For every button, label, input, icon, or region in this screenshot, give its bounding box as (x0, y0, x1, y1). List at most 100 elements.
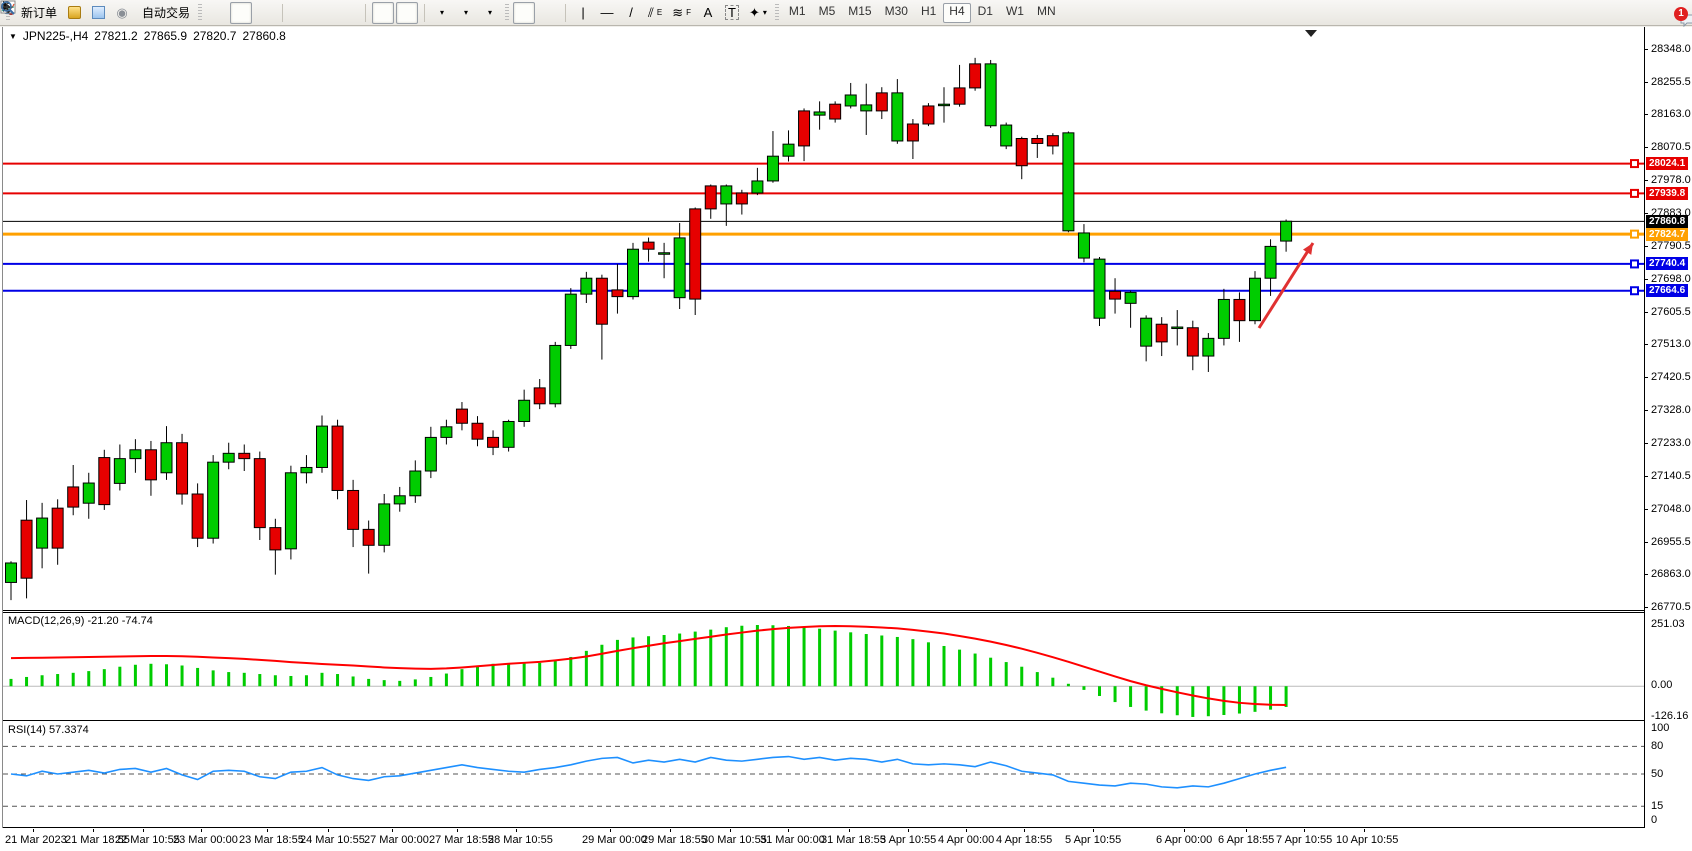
price-tick-label: 27328.0 (1651, 404, 1691, 416)
macd-chart[interactable] (3, 614, 1644, 721)
macd-axis-label: 251.03 (1651, 618, 1685, 630)
time-tick (1246, 829, 1247, 832)
indicators-button[interactable]: ▾ (479, 2, 501, 24)
time-label: 27 Mar 18:55 (429, 834, 494, 846)
new-order-button[interactable]: 新订单 (14, 2, 61, 24)
horizontal-line-tool[interactable]: — (596, 2, 618, 24)
timeframe-h1[interactable]: H1 (915, 3, 942, 23)
macd-label: MACD(12,26,9) -21.20 -74.74 (8, 615, 153, 627)
time-tick (392, 829, 393, 832)
fibonacci-tool[interactable]: ≋F (668, 2, 695, 24)
time-tick (457, 829, 458, 832)
time-tick (730, 829, 731, 832)
time-label: 4 Apr 00:00 (938, 834, 994, 846)
text-tool[interactable]: A (697, 2, 719, 24)
price-level-badge: 28024.1 (1646, 157, 1688, 170)
time-label: 10 Apr 10:55 (1336, 834, 1398, 846)
time-tick (610, 829, 611, 832)
time-label: 31 Mar 18:55 (821, 834, 886, 846)
timeframe-mn[interactable]: MN (1031, 3, 1062, 23)
tile-windows-button[interactable] (337, 2, 359, 24)
vertical-line-tool[interactable]: | (572, 2, 594, 24)
price-tick-label: 27513.0 (1651, 338, 1691, 350)
price-tick (1644, 49, 1648, 50)
rsi-chart[interactable] (3, 722, 1644, 827)
chevron-down-icon: ▾ (488, 8, 492, 17)
time-tick (201, 829, 202, 832)
zoom-in-button[interactable] (289, 2, 311, 24)
new-chart-button[interactable]: ▾ (431, 2, 453, 24)
period-button[interactable]: ▾ (455, 2, 477, 24)
time-axis[interactable]: 21 Mar 202321 Mar 18:5522 Mar 10:5523 Ma… (3, 829, 1644, 851)
text-icon: A (704, 6, 713, 19)
charts-icon (92, 6, 105, 19)
timeframe-m30[interactable]: M30 (879, 3, 914, 23)
timeframe-h4[interactable]: H4 (943, 3, 970, 23)
time-label: 7 Apr 10:55 (1276, 834, 1332, 846)
high-value: 27865.9 (144, 29, 187, 43)
price-tick-label: 27698.0 (1651, 273, 1691, 285)
market-watch-button[interactable] (63, 2, 85, 24)
rsi-panel[interactable]: RSI(14) 57.3374 (3, 722, 1644, 828)
time-tick (1364, 829, 1365, 832)
time-label: 30 Mar 10:55 (702, 834, 767, 846)
rsi-axis-label: 15 (1651, 800, 1663, 812)
chevron-down-icon[interactable]: ▼ (9, 32, 17, 41)
toolbar: 新订单 ◉ 自动交易 (0, 0, 1692, 26)
candlestick-mode-button[interactable] (230, 2, 252, 24)
horizontal-line-icon: — (601, 6, 614, 19)
price-tick (1644, 246, 1648, 247)
charts-button[interactable] (87, 2, 109, 24)
market-watch-icon (68, 6, 81, 19)
price-tick (1644, 114, 1648, 115)
cursor-button[interactable] (513, 2, 535, 24)
timeframe-m1[interactable]: M1 (783, 3, 812, 23)
price-chart[interactable] (3, 27, 1644, 610)
signals-button[interactable]: ◉ (111, 2, 133, 24)
crosshair-button[interactable] (537, 2, 559, 24)
toolbar-grip[interactable] (505, 4, 509, 22)
channel-tool[interactable]: ⫽E (644, 2, 666, 24)
auto-scroll-button[interactable] (372, 2, 394, 24)
label-tool[interactable]: T (721, 2, 743, 24)
price-axis[interactable]: 28348.028255.528163.028070.527978.027883… (1644, 27, 1692, 851)
line-chart-mode-button[interactable] (254, 2, 276, 24)
trendline-icon: / (629, 6, 633, 19)
price-tick (1644, 180, 1648, 181)
macd-axis-label: -126.16 (1651, 710, 1688, 722)
toolbar-grip[interactable] (198, 4, 202, 22)
trendline-tool[interactable]: / (620, 2, 642, 24)
toolbar-grip[interactable] (775, 4, 779, 22)
price-level-badge: 27740.4 (1646, 257, 1688, 270)
price-panel[interactable]: ▼ JPN225-,H4 27821.2 27865.9 27820.7 278… (3, 27, 1644, 611)
chevron-down-icon: ▾ (763, 8, 767, 17)
price-tick (1644, 476, 1648, 477)
time-label: 4 Apr 18:55 (996, 834, 1052, 846)
symbol-label: JPN225-,H4 (23, 29, 88, 43)
timeframe-m15[interactable]: M15 (842, 3, 877, 23)
zoom-out-button[interactable] (313, 2, 335, 24)
bar-chart-mode-button[interactable] (206, 2, 228, 24)
timeframe-d1[interactable]: D1 (972, 3, 999, 23)
time-tick (908, 829, 909, 832)
auto-trading-button[interactable]: 自动交易 (135, 2, 194, 24)
rsi-axis-label: 100 (1651, 722, 1669, 734)
new-order-label: 新订单 (21, 4, 57, 21)
mt4-window: 新订单 ◉ 自动交易 (0, 0, 1692, 851)
chart-shift-button[interactable] (396, 2, 418, 24)
time-tick (849, 829, 850, 832)
timeframe-w1[interactable]: W1 (1000, 3, 1030, 23)
low-value: 27820.7 (193, 29, 236, 43)
arrows-tool[interactable]: ✦ ▾ (745, 2, 771, 24)
price-tick (1644, 410, 1648, 411)
arrows-icon: ✦ (749, 6, 760, 19)
rsi-axis-label: 50 (1651, 768, 1663, 780)
time-label: 23 Mar 18:55 (239, 834, 304, 846)
price-tick-label: 26770.5 (1651, 601, 1691, 613)
price-tick-label: 26863.0 (1651, 568, 1691, 580)
macd-panel[interactable]: MACD(12,26,9) -21.20 -74.74 (3, 612, 1644, 721)
notification-badge: 1 (1674, 7, 1688, 21)
price-tick-label: 27978.0 (1651, 174, 1691, 186)
time-tick (1024, 829, 1025, 832)
timeframe-m5[interactable]: M5 (813, 3, 842, 23)
